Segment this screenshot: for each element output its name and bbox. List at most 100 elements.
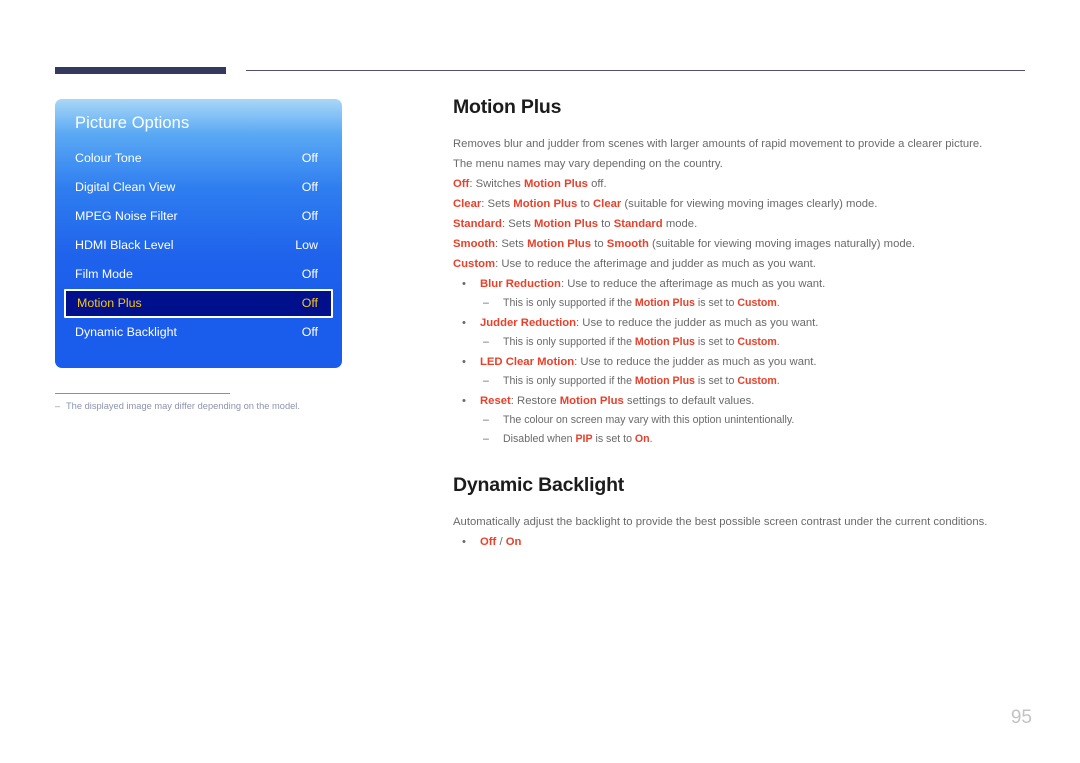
page-title-motion-plus: Motion Plus (453, 96, 562, 118)
inline-ref: Smooth (606, 238, 649, 250)
bullet-keyword: LED Clear Motion (480, 356, 575, 368)
osd-item-value: Off (301, 180, 318, 194)
page-number: 95 (1010, 707, 1032, 728)
text: : Sets (481, 198, 514, 210)
dynamic-backlight-intro: Automatically adjust the backlight to pr… (453, 516, 988, 528)
sub-list-item: – The colour on screen may vary with this… (480, 411, 1028, 430)
inline-ref: Custom (737, 375, 777, 387)
bullet-dot-icon: • (462, 356, 466, 368)
option-on: On (505, 536, 522, 548)
inline-ref: On (634, 433, 650, 445)
sub-list: – This is only supported if the Motion Pl… (480, 333, 1028, 352)
osd-menu-item[interactable]: HDMI Black Level Low (55, 231, 342, 260)
bullet-dash-icon: – (483, 336, 489, 348)
osd-item-label: Motion Plus (77, 296, 142, 310)
osd-menu-item[interactable]: Digital Clean View Off (55, 173, 342, 202)
inline-ref: Motion Plus (534, 218, 599, 230)
motion-plus-mode-line: Clear: Sets Motion Plus to Clear (suitab… (453, 194, 1028, 214)
motion-plus-mode-line: Standard: Sets Motion Plus to Standard m… (453, 214, 1028, 234)
text: to (577, 198, 594, 210)
text: . (776, 336, 780, 348)
text: This is only supported if the (503, 297, 635, 309)
text: off. (587, 178, 607, 190)
text: : Sets (501, 218, 534, 230)
osd-menu-item[interactable]: Film Mode Off (55, 260, 342, 289)
list-item: • Reset: Restore Motion Plus settings to … (453, 391, 1028, 449)
bullet-keyword: Blur Reduction (480, 278, 561, 290)
inline-ref: Standard (613, 218, 663, 230)
osd-item-label: MPEG Noise Filter (75, 209, 178, 223)
list-item: • Blur Reduction: Use to reduce the after… (453, 274, 1028, 313)
motion-plus-bullet-list: • Blur Reduction: Use to reduce the after… (453, 274, 1028, 449)
text: : Use to reduce the judder as much as yo… (574, 356, 817, 368)
list-item: • LED Clear Motion: Use to reduce the jud… (453, 352, 1028, 391)
osd-menu-item[interactable]: Dynamic Backlight Off (55, 318, 342, 347)
osd-menu-item[interactable]: Colour Tone Off (55, 144, 342, 173)
text: This is only supported if the (503, 336, 635, 348)
text: settings to default values. (623, 395, 755, 407)
inline-ref: Motion Plus (527, 238, 592, 250)
osd-menu-panel: Picture Options Colour Tone Off Digital Cl… (55, 99, 342, 368)
text: is set to (694, 297, 738, 309)
bullet-dash-icon: – (483, 375, 489, 387)
bullet-dash-icon: – (483, 433, 489, 445)
motion-plus-intro-1: Removes blur and judder from scenes with… (453, 138, 983, 150)
bullet-keyword: Judder Reduction (480, 317, 577, 329)
motion-plus-mode-list: Off: Switches Motion Plus off. Clear : Set… (453, 174, 1028, 274)
osd-item-value: Off (301, 151, 318, 165)
text: . (776, 297, 780, 309)
text: : Sets (495, 238, 528, 250)
inline-ref: Motion Plus (634, 336, 695, 348)
list-item: • Judder Reduction: Use to reduce the jud… (453, 313, 1028, 352)
dynamic-backlight-options: • Off / On (453, 532, 1028, 552)
osd-item-value: Off (301, 325, 318, 339)
bullet-keyword: Reset (480, 395, 511, 407)
osd-menu-item[interactable]: MPEG Noise Filter Off (55, 202, 342, 231)
inline-ref: Custom (737, 297, 777, 309)
text: The colour on screen may vary with this … (503, 414, 795, 426)
inline-ref: Motion Plus (523, 178, 588, 190)
osd-menu-item[interactable]: Motion Plus Off (64, 289, 333, 318)
text: : Switches (469, 178, 524, 190)
osd-item-label: Digital Clean View (75, 180, 176, 194)
note-divider (55, 393, 230, 394)
article-content: Motion Plus Removes blur and judder from… (453, 96, 1028, 552)
osd-item-label: Film Mode (75, 267, 133, 281)
header-rule-line (246, 70, 1025, 71)
osd-item-value: Off (301, 267, 318, 281)
motion-plus-mode-line: Off: Switches Motion Plus off. (453, 174, 1028, 194)
text: (suitable for viewing moving images natu… (648, 238, 916, 250)
page-title-dynamic-backlight: Dynamic Backlight (453, 474, 625, 496)
text: Disabled when (503, 433, 576, 445)
text: : Use to reduce the afterimage as much a… (560, 278, 826, 290)
text: : Use to reduce the afterimage and judde… (495, 258, 816, 270)
motion-plus-mode-line: Custom: Use to reduce the afterimage and… (453, 254, 1028, 274)
inline-ref: Motion Plus (513, 198, 578, 210)
text: is set to (592, 433, 635, 445)
mode-keyword: Smooth (453, 238, 496, 250)
sub-list-item: – This is only supported if the Motion Pl… (480, 294, 1028, 313)
header-accent-bar (55, 67, 226, 74)
bullet-dot-icon: • (462, 278, 466, 290)
osd-item-label: HDMI Black Level (75, 238, 174, 252)
inline-ref: Motion Plus (634, 297, 695, 309)
osd-panel-title: Picture Options (75, 114, 190, 132)
inline-ref: Motion Plus (634, 375, 695, 387)
osd-item-label: Dynamic Backlight (75, 325, 177, 339)
text: to (598, 218, 614, 230)
note-dash-icon: – (55, 401, 61, 411)
inline-ref: Custom (737, 336, 777, 348)
bullet-dash-icon: – (483, 297, 489, 309)
inline-ref: Motion Plus (559, 395, 624, 407)
sub-list: – This is only supported if the Motion Pl… (480, 294, 1028, 313)
bullet-dot-icon: • (462, 317, 466, 329)
inline-ref: Clear (593, 198, 622, 210)
inline-ref: PIP (575, 433, 593, 445)
text: . (649, 433, 653, 445)
note-text: The displayed image may differ depending… (66, 401, 300, 411)
bullet-dot-icon: • (462, 395, 466, 407)
text: is set to (694, 336, 738, 348)
option-off: Off (480, 536, 497, 548)
osd-item-value: Off (301, 296, 318, 310)
model-note: – The displayed image may differ dependin… (55, 401, 385, 411)
